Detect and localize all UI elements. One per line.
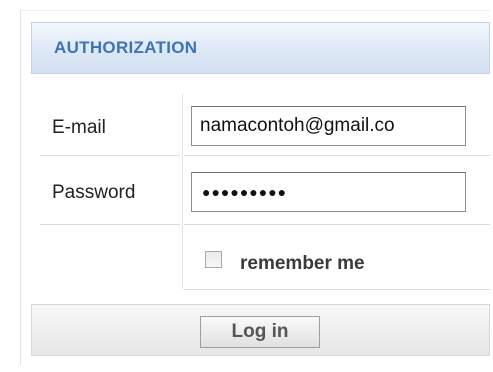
login-button[interactable]: Log in: [200, 316, 320, 348]
remember-me-label[interactable]: remember me: [240, 253, 365, 275]
row-divider: [184, 289, 490, 290]
row-divider: [184, 224, 490, 225]
password-mask: ●●●●●●●●●: [202, 184, 288, 200]
row-divider: [40, 155, 180, 156]
remember-me-checkbox[interactable]: [205, 251, 222, 268]
email-field[interactable]: namacontoh@gmail.co: [191, 106, 466, 146]
authorization-header: AUTHORIZATION: [31, 22, 490, 74]
row-divider: [40, 224, 180, 225]
column-divider: [182, 94, 183, 289]
password-label: Password: [52, 182, 136, 203]
panel-title: AUTHORIZATION: [54, 38, 198, 57]
password-field[interactable]: ●●●●●●●●●: [191, 172, 466, 212]
row-divider: [184, 155, 490, 156]
email-label: E-mail: [52, 117, 106, 138]
